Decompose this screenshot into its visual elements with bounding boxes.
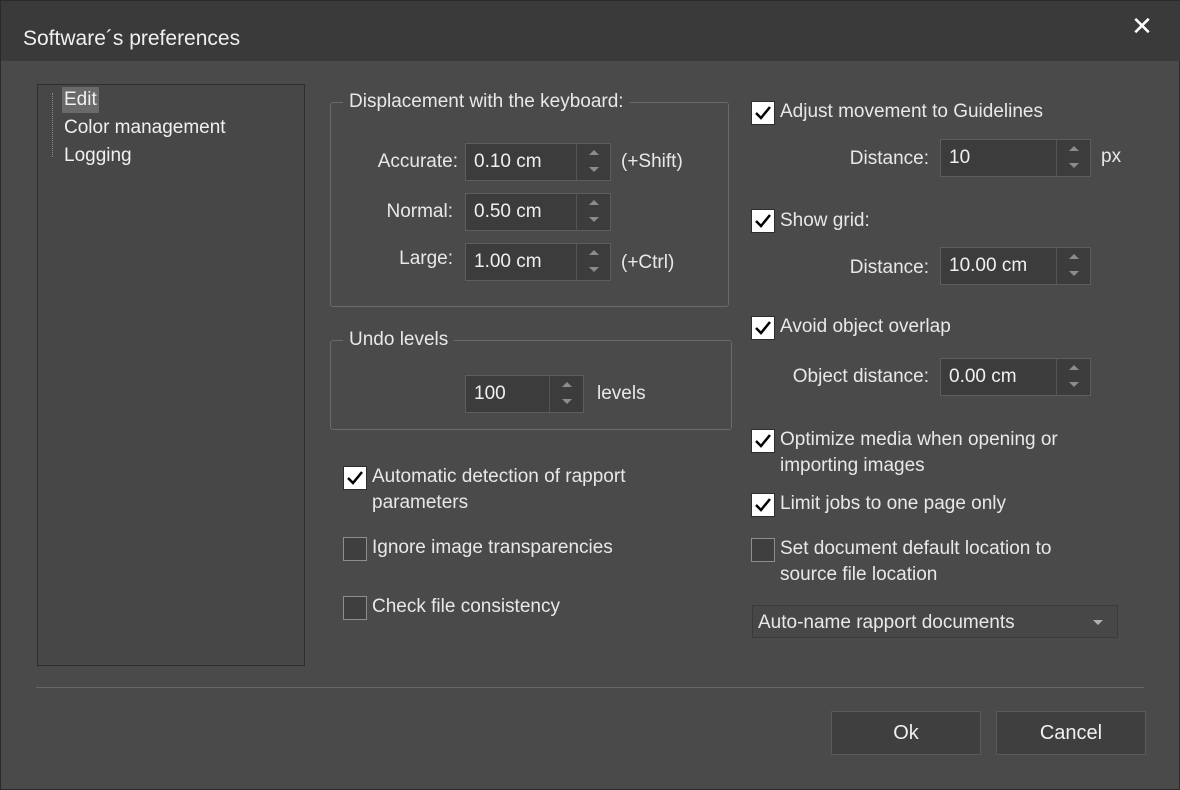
stepper-arrows xyxy=(1056,359,1090,395)
category-tree: Edit Color management Logging xyxy=(37,84,305,666)
checkmark-icon xyxy=(755,106,771,120)
checkmark-icon xyxy=(755,498,771,512)
large-stepper[interactable]: 1.00 cm xyxy=(465,243,611,281)
large-suffix: (+Ctrl) xyxy=(621,252,675,273)
normal-stepper[interactable]: 0.50 cm xyxy=(465,193,611,231)
tree-connector-line xyxy=(52,93,53,157)
undo-levels-suffix: levels xyxy=(597,383,646,404)
ok-button[interactable]: Ok xyxy=(831,711,981,755)
spin-up-icon[interactable] xyxy=(577,194,610,212)
preferences-dialog: Software´s preferences ✕ Edit Color mana… xyxy=(0,0,1180,790)
close-icon[interactable]: ✕ xyxy=(1127,11,1157,41)
normal-value[interactable]: 0.50 cm xyxy=(474,201,542,223)
check-file-consistency-checkbox[interactable] xyxy=(343,596,367,620)
avoid-overlap-label: Avoid object overlap xyxy=(780,316,951,337)
guidelines-unit: px xyxy=(1101,146,1122,167)
spin-up-icon[interactable] xyxy=(577,144,610,162)
doc-location-label-line2: source file location xyxy=(780,564,938,585)
show-grid-checkbox[interactable] xyxy=(751,209,775,233)
normal-label: Normal: xyxy=(386,201,453,222)
chevron-down-icon xyxy=(1093,620,1103,625)
object-distance-label: Object distance: xyxy=(792,366,929,387)
stepper-arrows xyxy=(1056,248,1090,284)
doc-location-label-line1: Set document default location to xyxy=(780,538,1052,559)
accurate-stepper[interactable]: 0.10 cm xyxy=(465,143,611,181)
large-value[interactable]: 1.00 cm xyxy=(474,251,542,273)
grid-distance-stepper[interactable]: 10.00 cm xyxy=(940,247,1091,285)
stepper-arrows xyxy=(576,244,610,280)
footer-divider xyxy=(36,687,1144,688)
ignore-transparencies-checkbox[interactable] xyxy=(343,537,367,561)
adjust-guidelines-label: Adjust movement to Guidelines xyxy=(780,101,1043,122)
spin-up-icon[interactable] xyxy=(550,376,583,394)
grid-distance-value[interactable]: 10.00 cm xyxy=(949,255,1027,277)
spin-up-icon[interactable] xyxy=(1057,140,1090,158)
spin-up-icon[interactable] xyxy=(577,244,610,262)
spin-down-icon[interactable] xyxy=(1057,377,1090,395)
undo-levels-value[interactable]: 100 xyxy=(474,383,506,405)
undo-levels-legend: Undo levels xyxy=(343,329,455,351)
auto-detect-rapport-checkbox[interactable] xyxy=(343,466,367,490)
auto-name-select[interactable]: Auto-name rapport documents xyxy=(752,605,1118,638)
spin-down-icon[interactable] xyxy=(550,394,583,412)
accurate-label: Accurate: xyxy=(377,151,458,172)
cancel-button[interactable]: Cancel xyxy=(996,711,1146,755)
large-label: Large: xyxy=(399,248,453,269)
spin-down-icon[interactable] xyxy=(577,262,610,280)
guidelines-distance-value[interactable]: 10 xyxy=(949,147,970,169)
spin-down-icon[interactable] xyxy=(577,162,610,180)
tree-item-logging[interactable]: Logging xyxy=(62,143,134,169)
spin-up-icon[interactable] xyxy=(1057,248,1090,266)
checkmark-icon xyxy=(755,434,771,448)
guidelines-distance-label: Distance: xyxy=(849,148,929,169)
accurate-suffix: (+Shift) xyxy=(621,151,683,172)
checkmark-icon xyxy=(347,471,363,485)
grid-distance-label: Distance: xyxy=(849,257,929,278)
tree-item-color-management[interactable]: Color management xyxy=(62,115,228,141)
spin-down-icon[interactable] xyxy=(1057,266,1090,284)
spin-down-icon[interactable] xyxy=(577,212,610,230)
stepper-arrows xyxy=(549,376,583,412)
limit-jobs-label: Limit jobs to one page only xyxy=(780,493,1007,514)
undo-levels-stepper[interactable]: 100 xyxy=(465,375,584,413)
ignore-transparencies-label: Ignore image transparencies xyxy=(372,537,613,558)
stepper-arrows xyxy=(576,144,610,180)
limit-jobs-checkbox[interactable] xyxy=(751,493,775,517)
checkmark-icon xyxy=(755,321,771,335)
object-distance-stepper[interactable]: 0.00 cm xyxy=(940,358,1091,396)
stepper-arrows xyxy=(576,194,610,230)
accurate-value[interactable]: 0.10 cm xyxy=(474,151,542,173)
guidelines-distance-stepper[interactable]: 10 xyxy=(940,139,1091,177)
auto-detect-rapport-label-line2: parameters xyxy=(372,492,469,513)
avoid-overlap-checkbox[interactable] xyxy=(751,316,775,340)
optimize-media-label-line2: importing images xyxy=(780,455,925,476)
displacement-legend: Displacement with the keyboard: xyxy=(343,91,630,113)
spin-up-icon[interactable] xyxy=(1057,359,1090,377)
auto-detect-rapport-label-line1: Automatic detection of rapport xyxy=(372,466,626,487)
dialog-title: Software´s preferences xyxy=(23,27,241,50)
show-grid-label: Show grid: xyxy=(780,210,870,231)
checkmark-icon xyxy=(755,214,771,228)
object-distance-value[interactable]: 0.00 cm xyxy=(949,366,1017,388)
optimize-media-label-line1: Optimize media when opening or xyxy=(780,429,1058,450)
check-file-consistency-label: Check file consistency xyxy=(372,596,560,617)
tree-item-edit[interactable]: Edit xyxy=(62,87,99,113)
doc-location-checkbox[interactable] xyxy=(751,538,775,562)
stepper-arrows xyxy=(1056,140,1090,176)
adjust-guidelines-checkbox[interactable] xyxy=(751,101,775,125)
spin-down-icon[interactable] xyxy=(1057,158,1090,176)
title-bar: Software´s preferences ✕ xyxy=(1,1,1180,61)
auto-name-selected-value: Auto-name rapport documents xyxy=(758,612,1015,633)
optimize-media-checkbox[interactable] xyxy=(751,429,775,453)
